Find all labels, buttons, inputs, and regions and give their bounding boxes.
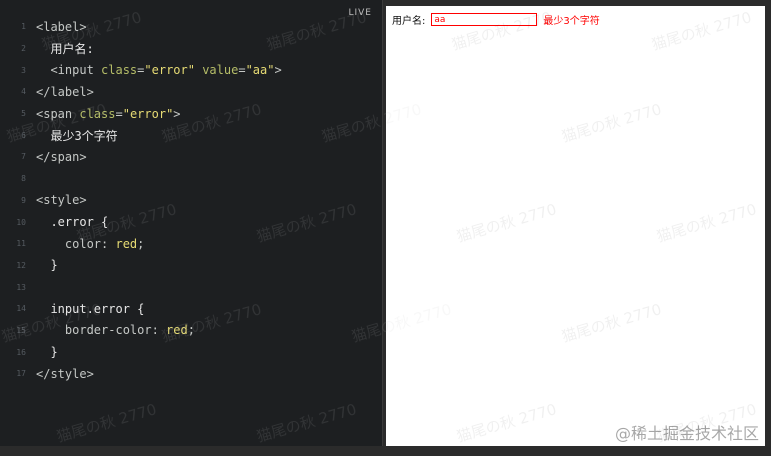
code-token: > [274, 63, 282, 78]
code-token: value [194, 63, 239, 78]
code-token: </label> [36, 84, 94, 99]
code-token: <label> [36, 19, 87, 34]
code-token: ; [187, 323, 195, 338]
code-line[interactable]: 12 } [0, 255, 383, 277]
code-line[interactable]: 9 <style> [0, 190, 383, 212]
error-message: 最少3个字符 [543, 16, 600, 27]
code-line[interactable]: 2 用户名: [0, 38, 383, 60]
code-line[interactable]: 14 input.error { [0, 298, 383, 320]
code-token: border-color [36, 323, 152, 338]
line-number: 8 [21, 174, 26, 184]
code-token: <style> [36, 193, 87, 208]
line-number: 11 [16, 239, 26, 249]
code-line[interactable]: 10 .error { [0, 211, 383, 233]
line-number: 17 [16, 369, 26, 379]
code-line[interactable]: 6 最少3个字符 [0, 124, 383, 146]
code-token: class [79, 106, 116, 121]
line-number: 9 [21, 195, 26, 205]
code-line[interactable]: 4 </label> [0, 81, 383, 103]
line-number: 16 [16, 347, 26, 357]
username-input[interactable] [431, 13, 538, 26]
code-line[interactable]: 16 } [0, 341, 383, 363]
code-token: input.error { [36, 301, 145, 316]
code-token: = [115, 106, 123, 121]
code-token: } [36, 345, 58, 360]
line-number: 6 [21, 130, 26, 140]
code-token: "error" [122, 106, 174, 121]
code-line[interactable]: 8 [0, 168, 383, 190]
code-line[interactable]: 1 <label> [0, 16, 383, 38]
code-line[interactable]: 13 [0, 276, 383, 298]
line-number: 12 [16, 260, 26, 270]
line-number: 4 [21, 87, 26, 97]
code-line[interactable]: 17 </style> [0, 363, 383, 385]
code-line[interactable]: 7 </span> [0, 146, 383, 168]
line-number: 7 [21, 152, 26, 162]
code-token: 用户名: [36, 42, 94, 57]
line-number: 3 [21, 65, 26, 75]
line-number: 13 [16, 282, 26, 292]
code-token: red [166, 323, 188, 338]
code-token: red [115, 236, 138, 251]
code-line[interactable]: 3 <input class = "error" value = "aa" > [0, 59, 383, 81]
code-line[interactable]: 15 border-color: red; [0, 320, 383, 342]
code-token: : [101, 236, 116, 251]
line-number: 5 [21, 109, 26, 119]
code-token: = [238, 63, 246, 78]
code-editor[interactable]: LIVE 1 <label> 2 用户名: 3 <input class = "error… [0, 0, 383, 446]
code-token: </span> [36, 149, 87, 164]
code-token: > [173, 106, 181, 121]
code-token: class [101, 63, 138, 78]
line-number: 14 [16, 304, 26, 314]
code-line[interactable]: 11 color: red; [0, 233, 383, 255]
preview-row: 用户名: 最少3个字符 [392, 12, 600, 27]
line-number: 1 [21, 22, 26, 32]
line-number: 15 [16, 325, 26, 335]
code-token: = [137, 63, 145, 78]
live-preview: 用户名: 最少3个字符 [386, 6, 765, 446]
line-number: 2 [21, 44, 26, 54]
bottom-watermark-text: @稀土掘金技术社区 [614, 424, 759, 443]
code-lines[interactable]: 1 <label> 2 用户名: 3 <input class = "error" val… [0, 16, 383, 385]
code-token: </style> [36, 366, 94, 381]
code-token: 最少3个字符 [36, 128, 118, 143]
code-token: .error { [36, 215, 109, 230]
code-token: <input [36, 63, 102, 78]
username-label: 用户名: [392, 16, 426, 27]
code-token: : [151, 323, 167, 338]
screen-frame: LIVE 1 <label> 2 用户名: 3 <input class = "error… [0, 0, 771, 456]
code-token: color [36, 236, 102, 251]
bottom-watermark: @稀土掘金技术社区 [615, 420, 759, 444]
line-number: 10 [16, 217, 26, 227]
code-token: <span [36, 106, 80, 121]
code-line[interactable]: 5 <span class = "error" > [0, 103, 383, 125]
code-token: "error" [144, 63, 195, 78]
code-token: ; [137, 236, 145, 251]
code-token: } [36, 258, 58, 273]
code-token: "aa" [245, 63, 275, 78]
